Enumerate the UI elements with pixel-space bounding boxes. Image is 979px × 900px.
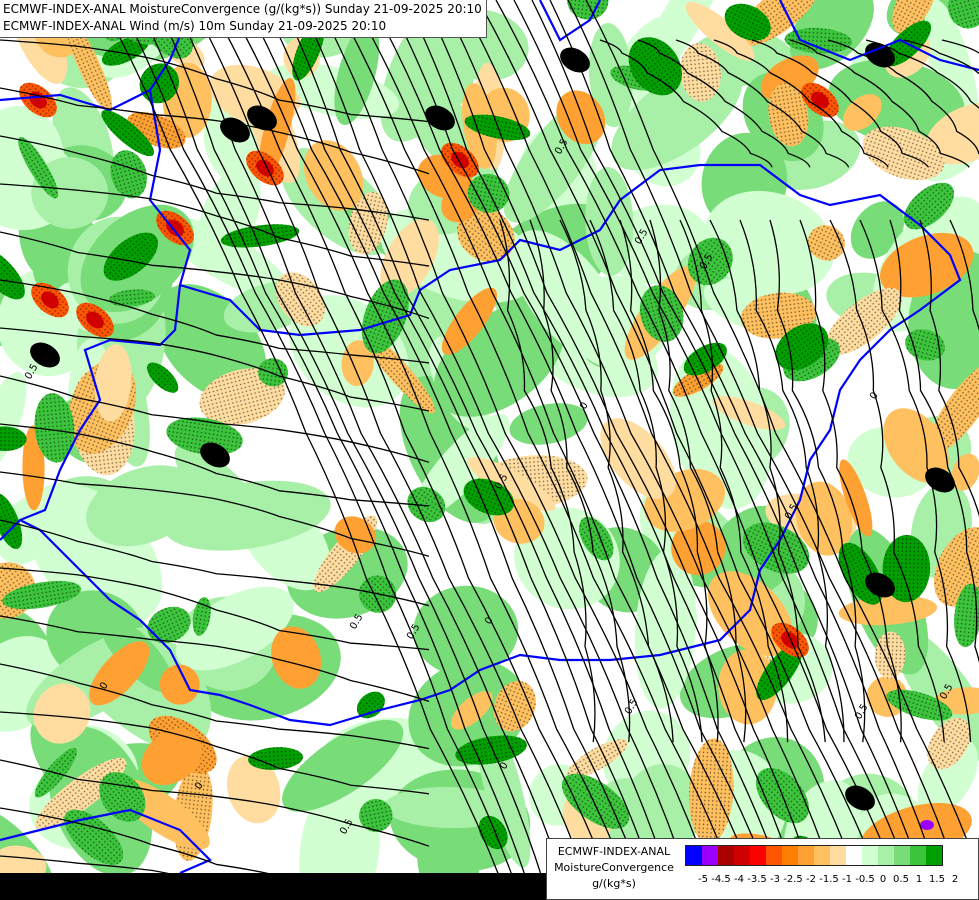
moisture-convergence-title: ECMWF-INDEX-ANAL MoistureConvergence (g/… [3,2,482,16]
legend-swatch-14 [910,846,926,865]
legend-swatch-3 [734,846,750,865]
legend-ticks: -5 -4.5 -4 -3.5 -3 -2.5 -2 -1.5 -1 -0.5 0 0.5 1 1.5 2 [685,874,975,888]
legend-tick-label: 2 [951,874,959,885]
legend-swatch-2 [718,846,734,865]
legend-tick-label: -3.5 [747,874,767,885]
legend-tick-label: -3 [770,874,780,885]
legend-swatch-5 [766,846,782,865]
legend-tick-label: -0.5 [855,874,875,885]
wind-title: ECMWF-INDEX-ANAL Wind (m/s) 10m Sunday 2… [3,19,387,33]
bottom-black-bar [0,873,546,900]
legend-swatch-8 [814,846,830,865]
extreme-divergence-core [920,820,934,830]
legend-tick-label: -4.5 [711,874,731,885]
legend-swatch-1 [702,846,718,865]
legend-swatch-12 [878,846,894,865]
legend-title-model: ECMWF-INDEX-ANAL [557,845,671,858]
legend-tick-label: -2.5 [783,874,803,885]
map-header: ECMWF-INDEX-ANAL MoistureConvergence (g/… [0,0,487,38]
legend-title-unit: g/(kg*s) [592,877,636,890]
legend-color-bar [685,845,943,866]
legend-tick-label: 1.5 [929,874,945,885]
legend-swatch-4 [750,846,766,865]
moisture-convergence-map: 0.50.50.500.50.5 00.50.500.50.50.500.500.… [0,0,979,900]
legend-swatch-15 [926,846,942,865]
legend-tick-label: -2 [806,874,816,885]
legend-tick-label: -5 [698,874,708,885]
legend-tick-label: -1.5 [819,874,839,885]
legend-swatch-6 [782,846,798,865]
legend-swatch-9 [830,846,846,865]
legend-swatch-7 [798,846,814,865]
legend-swatch-0 [686,846,702,865]
legend-swatch-10 [846,846,862,865]
legend-swatch-13 [894,846,910,865]
legend-tick-label: 1 [915,874,923,885]
legend-tick-label: 0.5 [893,874,909,885]
legend-tick-label: -1 [842,874,852,885]
color-legend: ECMWF-INDEX-ANAL MoistureConvergence g/(… [546,838,979,900]
legend-swatch-11 [862,846,878,865]
legend-tick-label: 0 [879,874,887,885]
legend-title-variable: MoistureConvergence [554,861,674,874]
legend-tick-label: -4 [734,874,744,885]
